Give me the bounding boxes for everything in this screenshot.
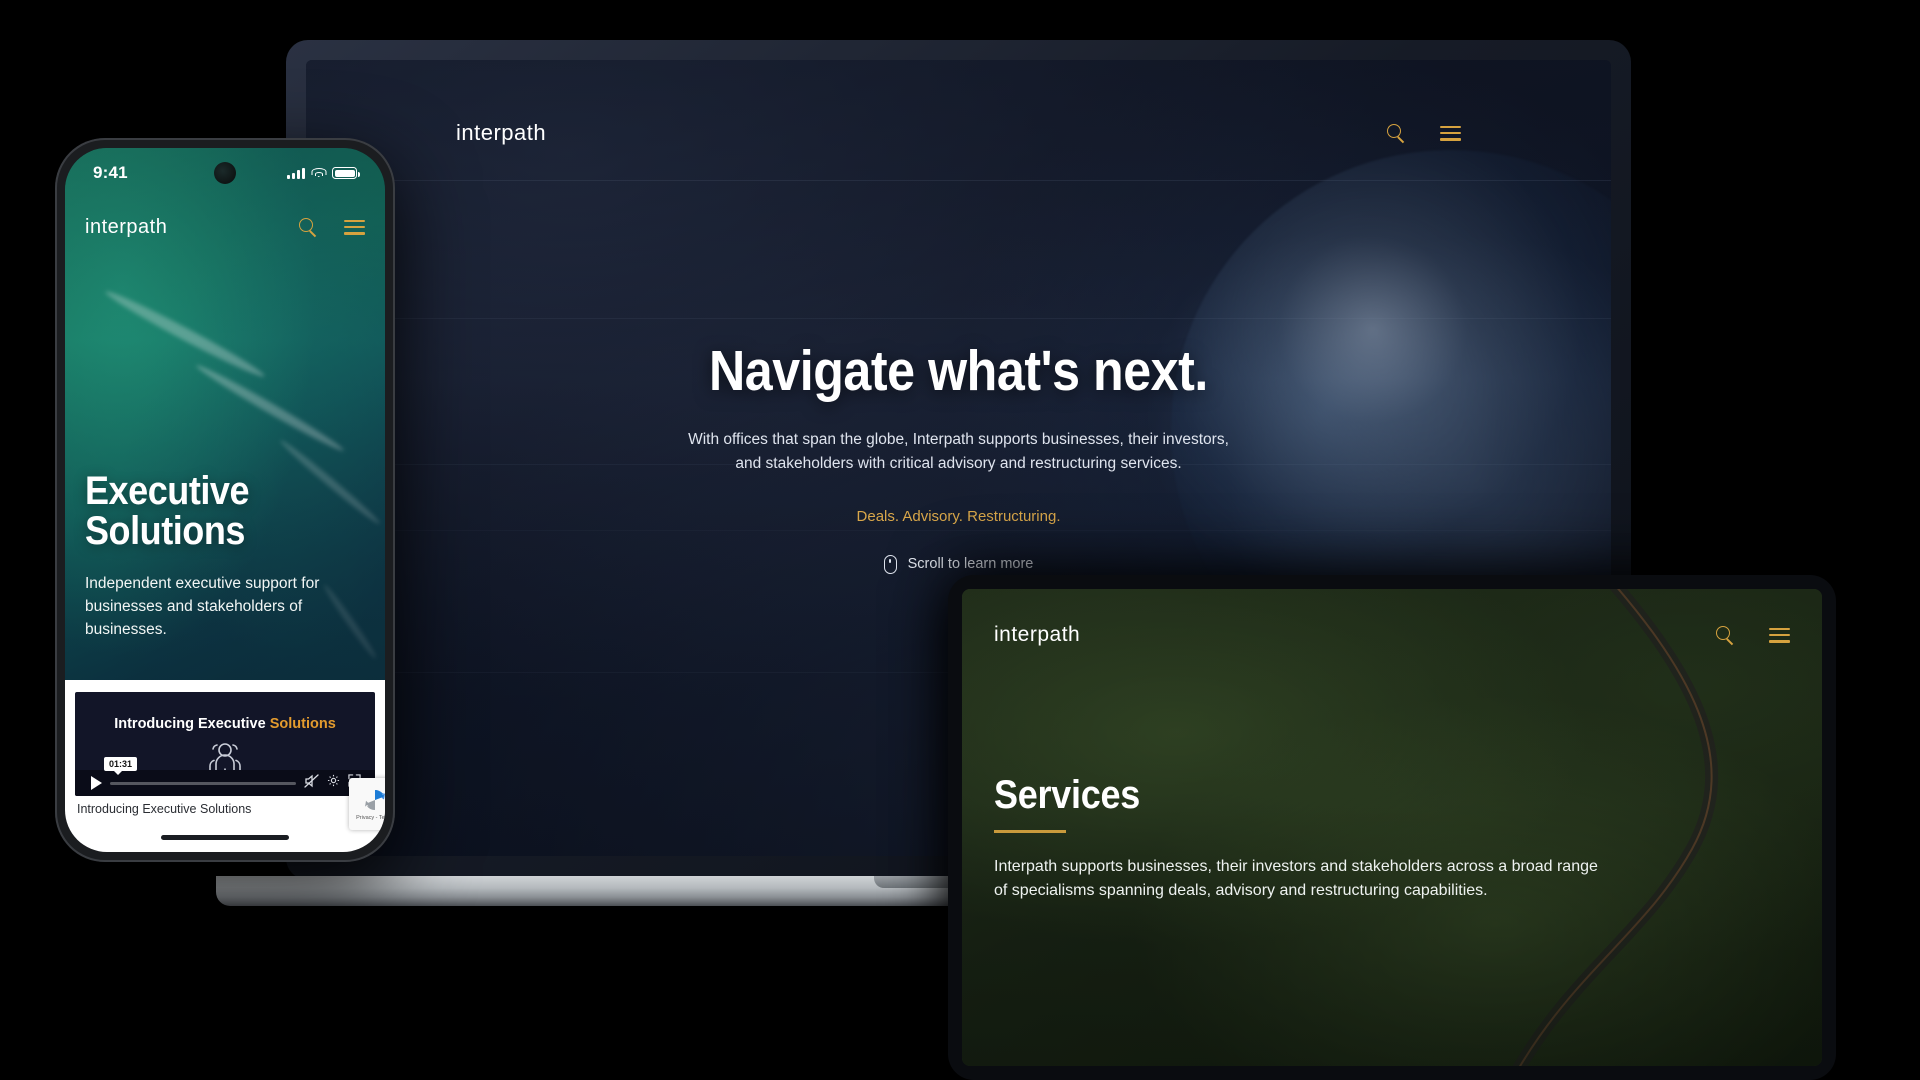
wifi-icon bbox=[311, 167, 326, 179]
gear-icon[interactable] bbox=[327, 774, 340, 792]
hero-title: Navigate what's next. bbox=[709, 339, 1208, 404]
tablet-screen: interpath Services Interpath supports bu… bbox=[962, 589, 1822, 1066]
home-indicator bbox=[161, 835, 289, 840]
cellular-signal-icon bbox=[287, 167, 305, 179]
video-title-accent: Solutions bbox=[269, 716, 336, 732]
search-icon[interactable] bbox=[1716, 625, 1735, 645]
title-underline-rule bbox=[994, 830, 1066, 833]
video-poster-title: Introducing Executive Solutions bbox=[75, 716, 375, 732]
recaptcha-icon bbox=[365, 790, 385, 810]
services-body: Interpath supports businesses, their inv… bbox=[994, 857, 1598, 899]
tablet-nav-actions bbox=[1716, 625, 1790, 645]
hero-title: Executive Solutions bbox=[85, 469, 250, 554]
hero-subtitle: Independent executive support for busine… bbox=[85, 575, 320, 639]
phone-hero-text: Executive Solutions Independent executiv… bbox=[85, 471, 365, 642]
video-timestamp-tooltip: 01:31 bbox=[104, 756, 138, 775]
phone-video-section: Introducing Executive Solutions 01:31 In… bbox=[65, 680, 385, 852]
battery-full-icon bbox=[332, 167, 360, 179]
status-indicators bbox=[287, 167, 360, 179]
tablet-content: Services Interpath supports businesses, … bbox=[994, 775, 1762, 903]
video-caption: Introducing Executive Solutions bbox=[77, 802, 252, 816]
services-title: Services bbox=[994, 773, 1140, 817]
phone-navbar: interpath bbox=[65, 210, 385, 244]
video-title-prefix: Introducing Executive bbox=[114, 716, 270, 732]
status-time: 9:41 bbox=[93, 163, 128, 182]
video-controls: 01:31 bbox=[75, 756, 375, 796]
logo-interpath[interactable]: interpath bbox=[85, 216, 167, 239]
video-player[interactable]: Introducing Executive Solutions 01:31 bbox=[75, 692, 375, 796]
recaptcha-badge[interactable]: Privacy - Terms bbox=[349, 778, 385, 830]
device-mockup-scene: interpath Navigate what's next. With off… bbox=[0, 0, 1920, 1080]
hero-tagline: Deals. Advisory. Restructuring. bbox=[856, 507, 1061, 525]
scroll-to-learn-more[interactable]: Scroll to learn more bbox=[883, 554, 1034, 574]
phone-device: 9:41 interpath Executive Solutions Indep… bbox=[55, 138, 395, 862]
hamburger-menu-icon[interactable] bbox=[1769, 627, 1790, 643]
hamburger-menu-icon[interactable] bbox=[344, 219, 365, 235]
phone-nav-actions bbox=[299, 217, 365, 237]
hero-subtitle: With offices that span the globe, Interp… bbox=[688, 430, 1229, 472]
search-icon[interactable] bbox=[299, 217, 318, 237]
tablet-navbar: interpath bbox=[962, 617, 1822, 653]
muted-speaker-icon[interactable] bbox=[304, 773, 319, 793]
scroll-hint-label: Scroll to learn more bbox=[907, 556, 1034, 573]
logo-interpath[interactable]: interpath bbox=[994, 623, 1080, 647]
mouse-scroll-icon bbox=[883, 554, 897, 574]
play-icon[interactable] bbox=[91, 776, 102, 790]
phone-screen: 9:41 interpath Executive Solutions Indep… bbox=[65, 148, 385, 852]
dynamic-island bbox=[214, 162, 236, 184]
video-progress-bar[interactable]: 01:31 bbox=[104, 756, 296, 785]
recaptcha-text: Privacy - Terms bbox=[356, 815, 385, 821]
tablet-device: interpath Services Interpath supports bu… bbox=[948, 575, 1836, 1080]
